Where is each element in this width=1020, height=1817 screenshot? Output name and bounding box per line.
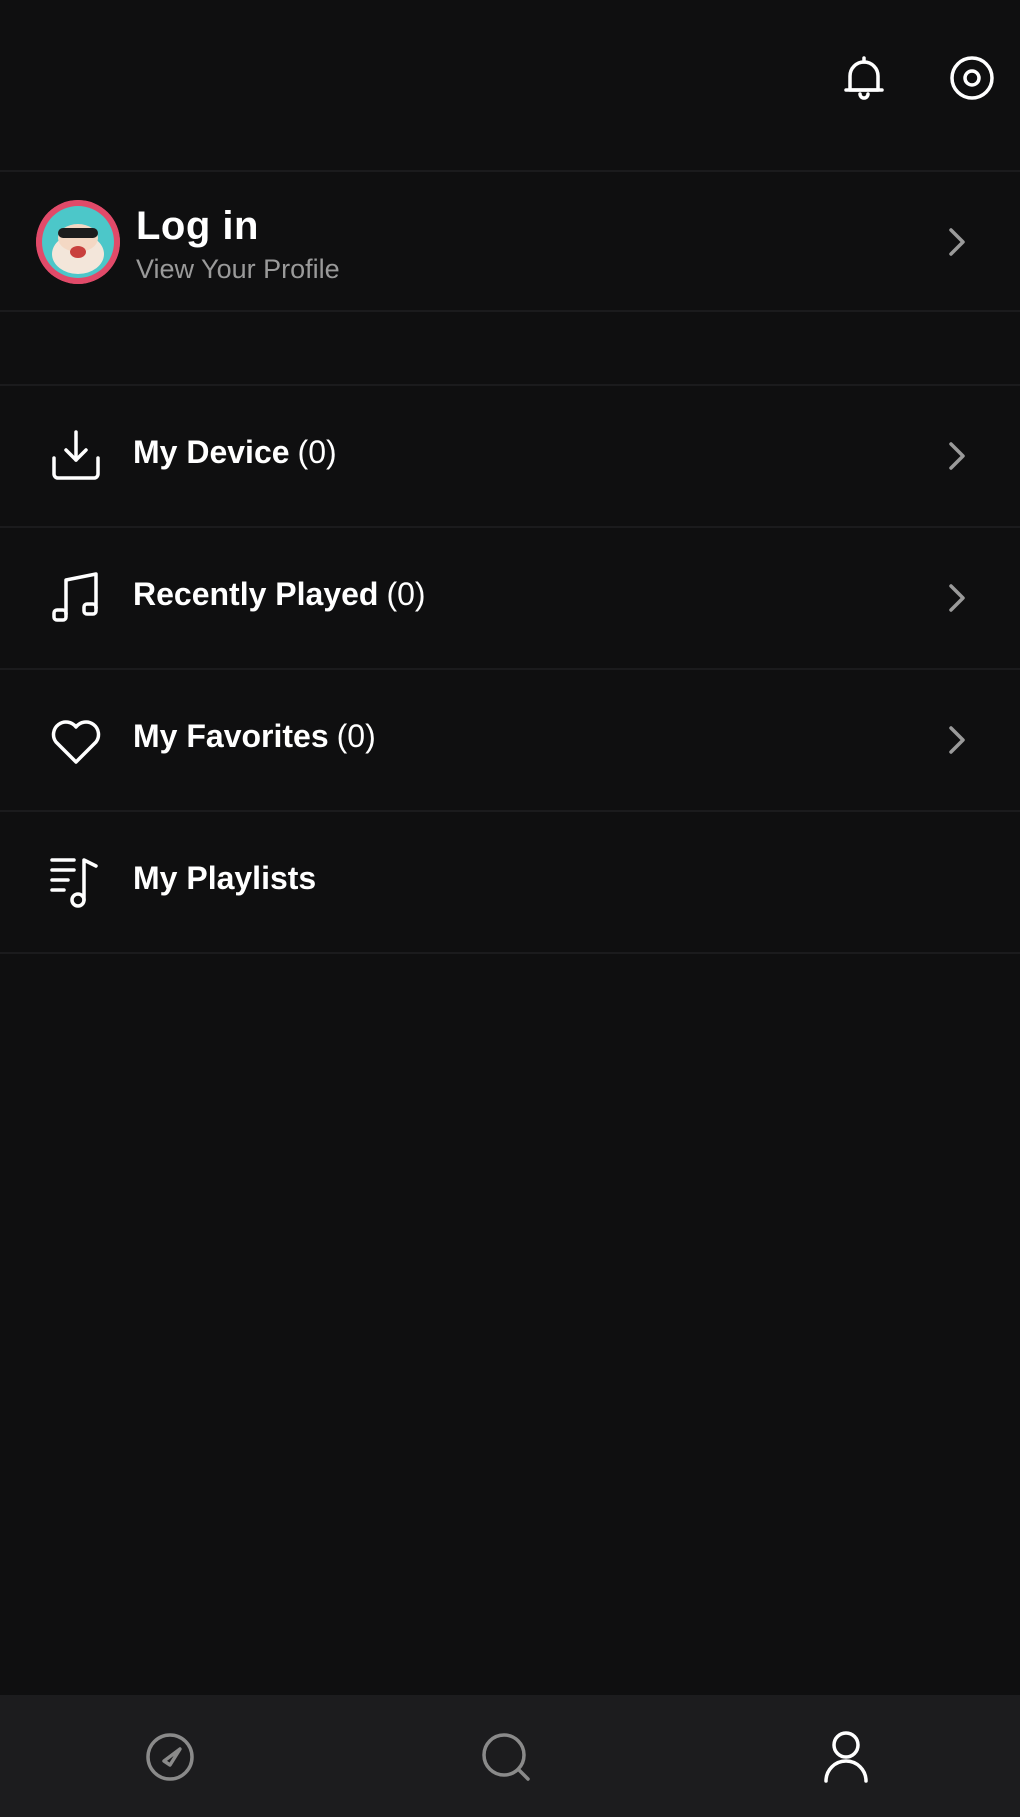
search-icon[interactable] — [476, 1727, 536, 1787]
discover-icon[interactable] — [140, 1727, 200, 1787]
menu-item-my-playlists[interactable]: My Playlists — [0, 812, 1020, 952]
login-title: Log in — [136, 204, 259, 248]
profile-icon[interactable] — [816, 1727, 876, 1787]
view-profile-subtitle: View Your Profile — [136, 254, 340, 284]
divider — [0, 952, 1020, 954]
menu-item-count: (0) — [386, 576, 426, 612]
download-icon — [46, 426, 106, 486]
heart-icon — [46, 710, 106, 770]
menu-item-count: (0) — [297, 434, 337, 470]
chevron-right-icon — [942, 578, 972, 618]
settings-icon[interactable] — [944, 50, 1000, 106]
music-note-icon — [46, 568, 106, 628]
chevron-right-icon — [942, 436, 972, 476]
profile-screen: Log in View Your Profile My Device (0) R… — [0, 0, 1020, 1817]
menu-item-recently-played[interactable]: Recently Played (0) — [0, 528, 1020, 668]
menu-item-label: My Favorites — [133, 718, 329, 754]
top-bar — [0, 0, 1020, 170]
menu-item-label: My Playlists — [133, 860, 317, 896]
menu-item-label: My Device — [133, 434, 290, 470]
menu-item-my-favorites[interactable]: My Favorites (0) — [0, 670, 1020, 810]
bottom-nav — [0, 1695, 1020, 1817]
playlist-icon — [46, 852, 106, 912]
menu-item-my-device[interactable]: My Device (0) — [0, 386, 1020, 526]
bell-icon[interactable] — [836, 50, 892, 106]
section-gap — [0, 312, 1020, 384]
menu-item-label: Recently Played — [133, 576, 379, 612]
avatar — [36, 200, 120, 284]
chevron-right-icon — [942, 720, 972, 760]
login-row[interactable]: Log in View Your Profile — [0, 172, 1020, 310]
chevron-right-icon — [942, 222, 972, 262]
menu-item-count: (0) — [336, 718, 376, 754]
